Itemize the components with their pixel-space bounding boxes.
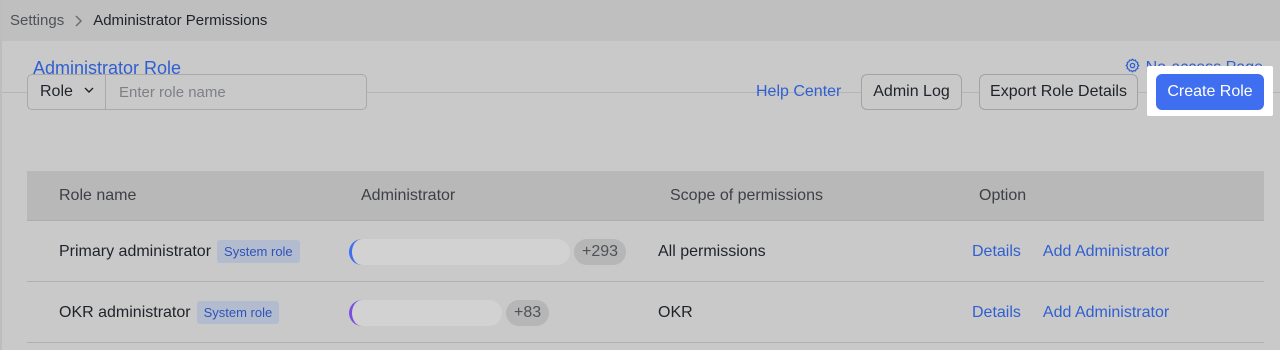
option-cell: Details Add Administrator — [972, 282, 1169, 343]
column-header-option: Option — [979, 187, 1027, 204]
scope-cell: OKR — [658, 282, 693, 343]
scope-cell: All permissions — [658, 221, 766, 282]
role-select-value: Role — [40, 83, 73, 100]
column-header-role-name: Role name — [59, 187, 137, 204]
table-row: Primary administrator System role +293 A… — [27, 221, 1264, 282]
administrator-avatars[interactable] — [349, 238, 570, 265]
role-name: Primary administrator — [59, 242, 212, 260]
details-link[interactable]: Details — [972, 243, 1021, 261]
chevron-right-icon — [74, 14, 83, 27]
export-role-details-button[interactable]: Export Role Details — [979, 74, 1138, 110]
chevron-down-icon — [83, 83, 95, 101]
role-name-cell: Primary administrator System role — [59, 221, 300, 282]
admin-log-button[interactable]: Admin Log — [861, 74, 962, 110]
details-link[interactable]: Details — [972, 304, 1021, 322]
scope-value: OKR — [658, 303, 693, 321]
administrator-cell: +83 — [349, 282, 550, 343]
breadcrumb: Settings Administrator Permissions — [2, 0, 1280, 41]
toolbar: Role Help Center Admin Log Export Role D… — [2, 74, 1280, 110]
table-header: Role name Administrator Scope of permiss… — [27, 171, 1264, 221]
role-search-group: Role — [27, 74, 367, 110]
column-header-administrator: Administrator — [361, 187, 456, 204]
role-name: OKR administrator — [59, 303, 191, 321]
add-administrator-link[interactable]: Add Administrator — [1043, 243, 1169, 261]
system-role-badge: System role — [196, 301, 280, 324]
role-name-cell: OKR administrator System role — [59, 282, 280, 343]
option-cell: Details Add Administrator — [972, 221, 1169, 282]
administrator-avatars[interactable] — [349, 299, 502, 326]
breadcrumb-settings[interactable]: Settings — [10, 12, 64, 29]
roles-table: Role name Administrator Scope of permiss… — [27, 171, 1264, 343]
app-frame: Settings Administrator Permissions Admin… — [0, 0, 1280, 350]
table-row: OKR administrator System role +83 OKR De… — [27, 282, 1264, 343]
add-administrator-link[interactable]: Add Administrator — [1043, 304, 1169, 322]
role-filter-select[interactable]: Role — [28, 75, 106, 109]
breadcrumb-current: Administrator Permissions — [93, 12, 268, 29]
column-header-scope: Scope of permissions — [670, 187, 823, 204]
administrator-cell: +293 — [349, 221, 627, 282]
role-name-input[interactable] — [106, 75, 366, 109]
scope-value: All permissions — [658, 242, 766, 260]
create-role-button[interactable]: Create Role — [1156, 74, 1264, 110]
administrator-count[interactable]: +83 — [506, 299, 550, 326]
administrator-count[interactable]: +293 — [574, 238, 627, 265]
system-role-badge: System role — [217, 240, 300, 263]
help-center-link[interactable]: Help Center — [756, 83, 841, 101]
